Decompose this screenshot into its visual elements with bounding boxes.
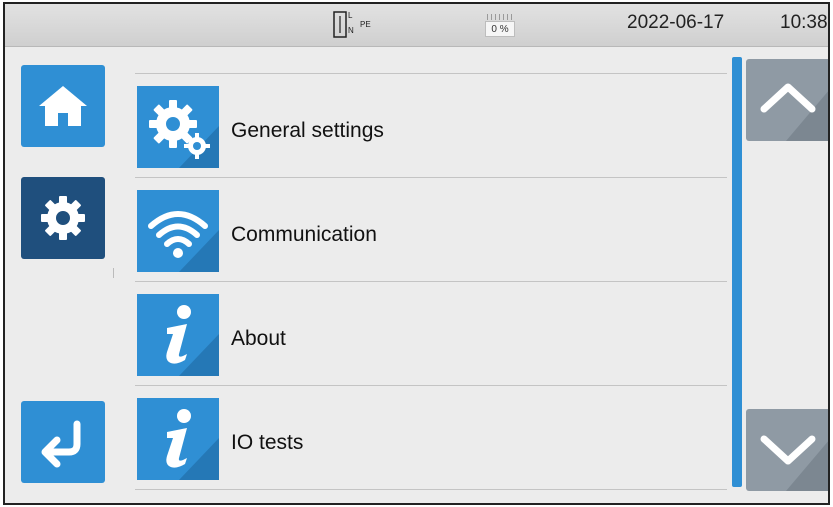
info-icon: [137, 398, 219, 480]
menu-item-general-settings[interactable]: General settings: [135, 74, 727, 176]
gear-icon: [41, 196, 85, 240]
battery-ticks: [487, 14, 513, 20]
wiring-n-label: N: [348, 26, 354, 35]
home-button[interactable]: [21, 65, 105, 147]
menu-item-label: General settings: [231, 119, 384, 142]
wiring-pe-label: PE: [360, 20, 371, 29]
scroll-up-button[interactable]: [746, 59, 828, 141]
battery-indicator: 0 %: [485, 14, 515, 38]
chevron-up-icon: [760, 83, 828, 141]
scroll-down-button[interactable]: [746, 409, 828, 491]
menu-item-communication[interactable]: Communication: [135, 178, 727, 280]
info-icon: [137, 294, 219, 376]
settings-button[interactable]: [21, 177, 105, 259]
chevron-down-icon: [760, 435, 828, 491]
scrollbar[interactable]: [732, 57, 742, 487]
menu-item-label: IO tests: [231, 431, 304, 454]
battery-percent: 0 %: [485, 21, 515, 37]
plug-icon: [333, 11, 347, 38]
settings-menu-list: General settings Communication About IO …: [135, 73, 727, 503]
wifi-icon: [137, 190, 219, 272]
home-icon: [39, 86, 87, 126]
menu-item-io-tests[interactable]: IO tests: [135, 386, 727, 488]
menu-item-label: About: [231, 327, 286, 350]
menu-item-label: Communication: [231, 223, 377, 246]
status-bar: L N PE 0 % 2022-06-17 10:38: [5, 4, 828, 47]
device-screen: L N PE 0 % 2022-06-17 10:38 General sett…: [3, 2, 830, 505]
menu-item-about[interactable]: About: [135, 282, 727, 384]
nav-divider: [113, 268, 114, 278]
back-button[interactable]: [21, 401, 105, 483]
wiring-l-label: L: [348, 11, 353, 20]
status-time: 10:38: [780, 12, 828, 33]
status-date: 2022-06-17: [627, 12, 725, 33]
gear-settings-icon: [137, 86, 219, 168]
back-arrow-icon: [41, 420, 81, 468]
wiring-indicator: L N PE: [333, 11, 383, 39]
list-divider: [135, 489, 727, 490]
